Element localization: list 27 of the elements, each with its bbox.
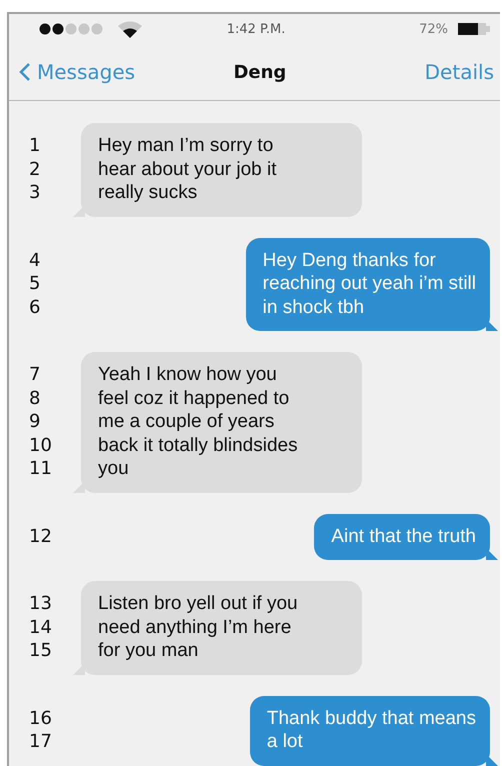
line-number: 17 bbox=[29, 730, 53, 754]
line-number: 2 bbox=[29, 158, 42, 181]
line-number: 16 bbox=[29, 706, 53, 730]
bubble-tail bbox=[486, 548, 498, 560]
line-number: 10 bbox=[29, 434, 53, 457]
battery-icon bbox=[458, 23, 490, 35]
line-number: 8 bbox=[29, 386, 42, 410]
line-number: 12 bbox=[29, 524, 53, 548]
line-number: 5 bbox=[29, 272, 42, 296]
line-number: 3 bbox=[29, 181, 42, 204]
line-number: 9 bbox=[29, 410, 42, 434]
line-number: 15 bbox=[29, 639, 53, 662]
line-number: 4 bbox=[29, 248, 42, 272]
line-number: 11 bbox=[29, 457, 53, 480]
details-link[interactable]: Details bbox=[424, 60, 494, 84]
line-number: 13 bbox=[29, 592, 53, 616]
back-link[interactable]: Messages bbox=[19, 60, 136, 84]
line-number: 7 bbox=[29, 363, 42, 386]
back-chevron-icon bbox=[19, 62, 31, 82]
battery-percent: 72% bbox=[419, 22, 448, 36]
conversation-title: Deng bbox=[232, 62, 288, 82]
wifi-icon bbox=[117, 20, 143, 38]
line-number: 14 bbox=[29, 616, 53, 639]
bubble-tail bbox=[486, 319, 498, 331]
line-number: 1 bbox=[29, 134, 42, 158]
line-number: 6 bbox=[29, 296, 42, 319]
status-time: 1:42 P.M. bbox=[226, 22, 286, 36]
